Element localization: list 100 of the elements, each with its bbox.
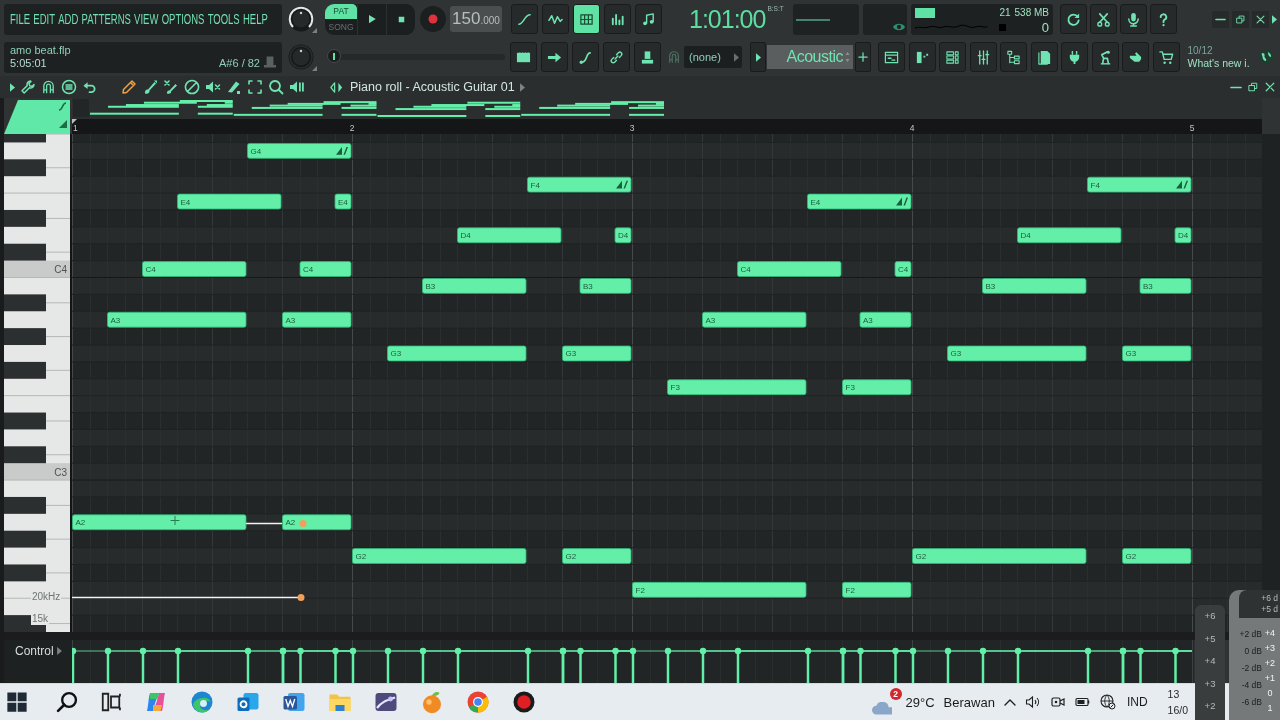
mute-icon[interactable] xyxy=(205,79,221,95)
search-icon[interactable] xyxy=(56,691,78,713)
square-icon xyxy=(999,23,1007,31)
paint-brush-icon[interactable] xyxy=(142,79,158,95)
link-icon xyxy=(609,49,624,65)
help-button[interactable] xyxy=(1150,4,1177,34)
cut-button[interactable] xyxy=(1090,4,1117,34)
pointer-button[interactable] xyxy=(1122,42,1149,72)
arrows-icon[interactable] xyxy=(329,79,344,95)
swirl-icon[interactable] xyxy=(190,690,214,714)
slide-button[interactable] xyxy=(572,42,599,72)
zoom-icon[interactable] xyxy=(268,79,284,95)
pencil-icon[interactable] xyxy=(121,79,137,95)
link-button[interactable] xyxy=(603,42,630,72)
menu-item[interactable]: HELP xyxy=(243,11,268,27)
battery-icon[interactable] xyxy=(1074,697,1091,707)
app-tile-icon[interactable] xyxy=(374,690,398,714)
channel-rack-button[interactable] xyxy=(908,42,936,72)
caret-icon[interactable] xyxy=(1272,14,1277,24)
browser-button[interactable] xyxy=(1000,42,1027,72)
undo-icon[interactable] xyxy=(82,79,97,95)
minimize-icon xyxy=(1215,17,1226,21)
caret-icon[interactable] xyxy=(519,82,525,92)
chevron-up-icon[interactable] xyxy=(1003,698,1016,706)
tempo-display[interactable]: 150.000 xyxy=(450,6,502,32)
channel-selector[interactable]: Acoustic xyxy=(767,45,853,69)
document-icon[interactable] xyxy=(282,690,306,714)
mixer-button[interactable] xyxy=(969,42,997,72)
undo-history-button[interactable] xyxy=(1060,4,1087,34)
slider-thumb[interactable] xyxy=(327,49,342,63)
piano-roll-button[interactable] xyxy=(510,42,537,72)
toolbar-button[interactable] xyxy=(604,4,631,34)
note-label: B3 xyxy=(1143,281,1153,291)
clock-text[interactable]: 16/0 xyxy=(1167,702,1188,718)
toolbar-button[interactable] xyxy=(542,4,569,34)
volume-knob[interactable] xyxy=(286,4,318,34)
mixer-list-button[interactable] xyxy=(939,42,966,72)
menu-item[interactable]: EDIT xyxy=(33,11,55,27)
note-label: C4 xyxy=(898,265,909,275)
record-audio-button[interactable] xyxy=(1120,4,1147,34)
wrench-icon[interactable] xyxy=(20,79,36,95)
mail-icon[interactable] xyxy=(236,690,260,714)
copy-button[interactable] xyxy=(1030,42,1058,72)
menu-item[interactable]: ADD xyxy=(58,11,79,27)
task-view-icon[interactable] xyxy=(100,691,122,713)
send-button[interactable] xyxy=(541,42,568,72)
globe-icon[interactable] xyxy=(1099,694,1116,710)
mixer-track-dropdown[interactable]: (none) xyxy=(684,46,742,68)
menu-item[interactable]: FILE xyxy=(10,11,31,27)
close-button[interactable] xyxy=(1252,10,1269,28)
playlist-button[interactable] xyxy=(878,42,905,72)
voice-count: 0 xyxy=(1041,19,1049,35)
knife-icon[interactable] xyxy=(226,79,242,95)
maximize-button[interactable] xyxy=(1232,10,1249,28)
note-label: A2 xyxy=(285,518,296,528)
close-icon[interactable] xyxy=(1264,81,1276,93)
menu-item[interactable]: PATTERNS xyxy=(81,11,131,27)
menu-item[interactable]: TOOLS xyxy=(207,11,240,27)
record-button[interactable] xyxy=(420,6,446,32)
menu-icon[interactable] xyxy=(61,79,77,95)
select-icon[interactable] xyxy=(247,79,263,95)
news-link[interactable]: What's new i. xyxy=(1187,57,1252,69)
menu-item[interactable]: VIEW xyxy=(134,11,159,27)
toolbar-button[interactable] xyxy=(511,4,538,34)
input-language[interactable]: IND xyxy=(1126,695,1148,709)
tricolor-ring-icon[interactable] xyxy=(466,690,490,714)
add-channel-button[interactable] xyxy=(855,42,871,72)
mode-toggle[interactable]: PAT xyxy=(325,3,357,19)
note-label: G2 xyxy=(565,552,577,562)
ribbon-icon[interactable] xyxy=(144,690,168,714)
curve-icon xyxy=(517,11,532,27)
bar-number: 4 xyxy=(909,123,915,133)
temperature[interactable]: 29°C xyxy=(905,694,935,710)
plugin-button[interactable] xyxy=(1061,42,1088,72)
menu-item[interactable]: OPTIONS xyxy=(161,11,205,27)
minimize-button[interactable] xyxy=(1212,10,1229,28)
figure-button[interactable] xyxy=(1091,42,1119,72)
weather-label[interactable]: Berawan xyxy=(943,694,995,710)
windows-logo-icon[interactable] xyxy=(6,691,28,713)
minimize-icon[interactable] xyxy=(1230,85,1242,89)
menu-arrow-icon[interactable] xyxy=(10,82,15,92)
note-label: G3 xyxy=(565,349,577,359)
playback-icon[interactable] xyxy=(289,79,305,95)
window-icon xyxy=(884,49,899,65)
speaker-icon[interactable] xyxy=(1024,694,1041,710)
clock-text[interactable]: 13 xyxy=(1167,686,1188,702)
toolbar-button[interactable] xyxy=(635,4,662,34)
gain-scale-label: +6 d xyxy=(1261,593,1278,604)
globe-icon[interactable] xyxy=(1257,49,1274,65)
record-icon[interactable] xyxy=(512,690,536,714)
maximize-icon[interactable] xyxy=(1247,81,1259,93)
erase-brush-icon[interactable] xyxy=(163,79,179,95)
stamp-button[interactable] xyxy=(634,42,661,72)
toolbar-button[interactable] xyxy=(573,4,600,34)
magnet-icon[interactable] xyxy=(41,79,56,95)
no-entry-icon[interactable] xyxy=(184,79,200,95)
shop-button[interactable] xyxy=(1152,42,1180,72)
camera-icon[interactable] xyxy=(1049,694,1066,710)
project-name: amo beat.flp xyxy=(10,43,72,56)
channel-arrow-button[interactable] xyxy=(750,42,766,72)
